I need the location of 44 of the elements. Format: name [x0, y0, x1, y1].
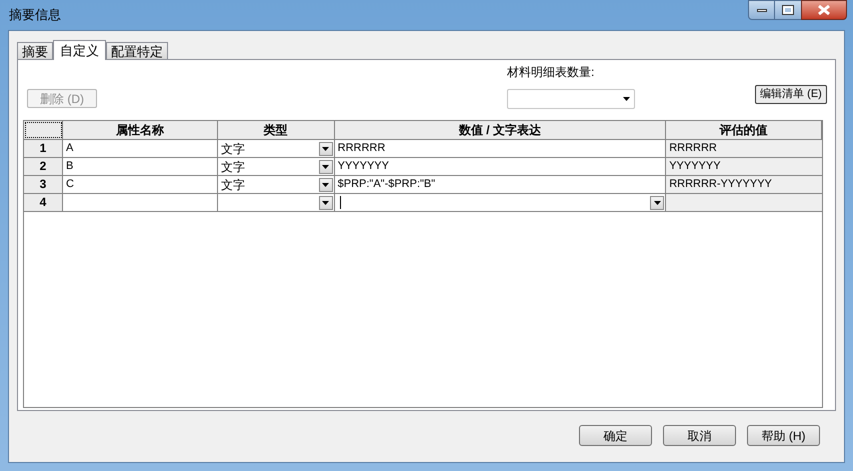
row-header: 4	[24, 194, 63, 211]
dropdown-arrow-icon	[322, 164, 330, 168]
minimize-icon	[756, 8, 766, 12]
dropdown-arrow-icon	[322, 146, 330, 150]
table-cell: B	[62, 158, 218, 175]
column-header: 数值 / 文字表达	[334, 121, 666, 139]
maximize-button[interactable]	[775, 0, 801, 20]
dropdown-button[interactable]	[650, 196, 664, 210]
dropdown-button[interactable]	[318, 196, 333, 210]
table-cell: RRRRRR	[666, 140, 822, 157]
type-dropdown[interactable]: 文字	[218, 158, 335, 175]
row-header: 1	[24, 140, 63, 157]
maximize-icon	[783, 6, 793, 14]
type-dropdown[interactable]: 文字	[218, 140, 335, 157]
column-header: 类型	[218, 121, 335, 139]
minimize-button[interactable]	[748, 0, 775, 20]
dialog-button[interactable]: 确定	[579, 425, 652, 446]
dropdown-arrow-icon	[654, 200, 661, 204]
dropdown-arrow-icon	[322, 182, 330, 186]
table-cell: RRRRRR-YYYYYYY	[666, 176, 822, 193]
tab[interactable]: 摘要	[17, 42, 53, 59]
tab[interactable]: 配置特定	[106, 42, 168, 59]
column-header: 评估的值	[666, 121, 822, 139]
table-cell: YYYYYYY	[666, 158, 822, 175]
tab[interactable]: 自定义	[53, 40, 106, 60]
close-icon	[818, 5, 830, 15]
row-header: 2	[24, 158, 63, 175]
dropdown-arrow-icon	[322, 200, 330, 204]
dropdown-button[interactable]	[318, 178, 333, 192]
bom-quantity-label: 材料明细表数量:	[507, 64, 596, 81]
edit-list-button[interactable]: 编辑清单 (E)	[755, 85, 827, 104]
dropdown-button[interactable]	[318, 142, 333, 156]
dialog-button[interactable]: 帮助 (H)	[747, 425, 820, 446]
dropdown-button[interactable]	[318, 160, 333, 174]
type-dropdown[interactable]: 文字	[218, 176, 335, 193]
column-header: 属性名称	[62, 121, 218, 139]
dialog-button[interactable]: 取消	[663, 425, 736, 446]
window-title: 摘要信息	[9, 6, 61, 24]
text-cursor	[340, 196, 341, 209]
table-cell: C	[62, 176, 218, 193]
row-header: 3	[24, 176, 63, 193]
dropdown-arrow-icon	[623, 97, 630, 101]
close-button[interactable]	[801, 0, 847, 20]
table-cell: A	[62, 140, 218, 157]
